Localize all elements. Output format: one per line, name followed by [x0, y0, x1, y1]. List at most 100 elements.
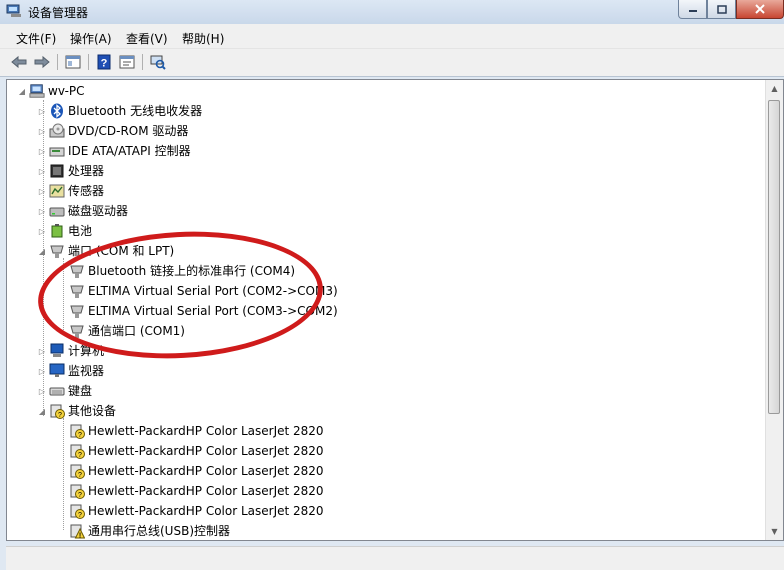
tree-item-hp-laserjet-3[interactable]: ? Hewlett-PackardHP Color LaserJet 2820 [57, 462, 324, 480]
monitor-icon [49, 363, 65, 379]
scroll-up-icon[interactable]: ▲ [766, 80, 783, 97]
port-icon [69, 323, 85, 339]
expand-icon[interactable]: ▷ [37, 362, 47, 380]
dvd-drive-icon [49, 123, 65, 139]
svg-text:?: ? [58, 412, 62, 419]
tree-item-usb-controller[interactable]: ! 通用串行总线(USB)控制器 [57, 522, 230, 540]
computer-icon [49, 343, 65, 359]
unknown-device-icon: ? [49, 403, 65, 419]
vertical-scrollbar[interactable]: ▲ ▼ [765, 80, 783, 540]
port-icon [69, 263, 85, 279]
svg-text:?: ? [78, 472, 82, 479]
expand-icon[interactable]: ▷ [37, 122, 47, 140]
close-icon [755, 4, 765, 14]
port-icon [69, 283, 85, 299]
tree-item-hp-laserjet-1[interactable]: ? Hewlett-PackardHP Color LaserJet 2820 [57, 422, 324, 440]
svg-text:!: ! [79, 533, 81, 540]
battery-icon [49, 223, 65, 239]
help-button[interactable]: ? [95, 53, 113, 71]
tree-item-other-devices[interactable]: ◢ ? 其他设备 [37, 402, 116, 420]
tree-item-hp-laserjet-5[interactable]: ? Hewlett-PackardHP Color LaserJet 2820 [57, 502, 324, 520]
tree-item-disk-drives[interactable]: ▷ 磁盘驱动器 [37, 202, 128, 220]
properties-icon [119, 55, 135, 69]
scrollbar-thumb[interactable] [768, 100, 780, 414]
expand-icon[interactable]: ▷ [37, 162, 47, 180]
tree-item-keyboards[interactable]: ▷ 键盘 [37, 382, 92, 400]
svg-text:?: ? [78, 432, 82, 439]
tree-item-bluetooth-radios[interactable]: ▷ Bluetooth 无线电收发器 [37, 102, 202, 120]
svg-text:?: ? [101, 58, 108, 70]
device-manager-icon [6, 4, 22, 18]
expand-icon[interactable]: ▷ [37, 382, 47, 400]
collapse-icon[interactable]: ◢ [17, 82, 27, 100]
tree-item-monitors[interactable]: ▷ 监视器 [37, 362, 104, 380]
tree-item-port-com1[interactable]: 通信端口 (COM1) [57, 322, 185, 340]
properties-button[interactable] [118, 53, 136, 71]
tree-item-batteries[interactable]: ▷ 电池 [37, 222, 92, 240]
tree-item-processors[interactable]: ▷ 处理器 [37, 162, 104, 180]
toolbar: ? [0, 49, 784, 77]
back-arrow-icon [11, 55, 27, 69]
tree-item-ports[interactable]: ◢ 端口 (COM 和 LPT) [37, 242, 174, 260]
processor-icon [49, 163, 65, 179]
svg-text:?: ? [78, 452, 82, 459]
expand-icon[interactable]: ▷ [37, 142, 47, 160]
back-button[interactable] [10, 53, 28, 71]
collapse-icon[interactable]: ◢ [37, 242, 47, 260]
menu-file[interactable]: 文件(F) [16, 30, 56, 47]
forward-arrow-icon [34, 55, 50, 69]
menu-bar: 文件(F) 操作(A) 查看(V) 帮助(H) [0, 24, 784, 49]
console-tree-icon [65, 55, 81, 69]
expand-icon[interactable]: ▷ [37, 202, 47, 220]
maximize-button[interactable] [707, 0, 736, 19]
tree-item-ide-controllers[interactable]: ▷ IDE ATA/ATAPI 控制器 [37, 142, 191, 160]
tree-item-hp-laserjet-2[interactable]: ? Hewlett-PackardHP Color LaserJet 2820 [57, 442, 324, 460]
minimize-icon [688, 10, 697, 12]
scan-hardware-icon [150, 55, 166, 70]
expand-icon[interactable]: ▷ [37, 102, 47, 120]
tree-item-port-com4[interactable]: Bluetooth 链接上的标准串行 (COM4) [57, 262, 295, 280]
expand-icon[interactable]: ▷ [37, 342, 47, 360]
expand-icon[interactable]: ▷ [37, 222, 47, 240]
unknown-device-icon: ? [69, 423, 85, 439]
tree-item-port-com3-com2[interactable]: ELTIMA Virtual Serial Port (COM3->COM2) [57, 302, 338, 320]
tree-item-sensors[interactable]: ▷ 传感器 [37, 182, 104, 200]
disk-drive-icon [49, 203, 65, 219]
menu-view[interactable]: 查看(V) [126, 30, 168, 47]
maximize-icon [716, 4, 727, 14]
show-hide-console-tree-button[interactable] [64, 53, 82, 71]
expand-icon[interactable]: ▷ [37, 182, 47, 200]
tree-item-port-com2-com3[interactable]: ELTIMA Virtual Serial Port (COM2->COM3) [57, 282, 338, 300]
sensor-icon [49, 183, 65, 199]
menu-help[interactable]: 帮助(H) [182, 30, 224, 47]
svg-text:?: ? [78, 492, 82, 499]
scroll-down-icon[interactable]: ▼ [766, 523, 783, 540]
keyboard-icon [49, 383, 65, 399]
forward-button[interactable] [33, 53, 51, 71]
ide-controller-icon [49, 143, 65, 159]
tree-root[interactable]: ◢ wv-PC [17, 82, 85, 100]
tree-item-computer[interactable]: ▷ 计算机 [37, 342, 104, 360]
port-icon [49, 243, 65, 259]
port-icon [69, 303, 85, 319]
unknown-device-icon: ? [69, 503, 85, 519]
scan-hardware-changes-button[interactable] [149, 53, 167, 71]
minimize-button[interactable] [678, 0, 707, 19]
help-icon: ? [97, 54, 111, 70]
warning-device-icon: ! [69, 523, 85, 539]
tree-item-dvd-cdrom[interactable]: ▷ DVD/CD-ROM 驱动器 [37, 122, 188, 140]
bluetooth-icon [49, 103, 65, 119]
close-button[interactable] [736, 0, 784, 19]
svg-text:?: ? [78, 512, 82, 519]
status-bar [6, 546, 784, 570]
collapse-icon[interactable]: ◢ [37, 402, 47, 420]
device-tree[interactable]: ◢ wv-PC ▷ Bluetooth 无线电收发器 ▷ DVD/CD-ROM … [6, 79, 784, 541]
window-title: 设备管理器 [28, 6, 89, 20]
unknown-device-icon: ? [69, 483, 85, 499]
title-bar: 设备管理器 [0, 0, 784, 24]
tree-item-hp-laserjet-4[interactable]: ? Hewlett-PackardHP Color LaserJet 2820 [57, 482, 324, 500]
unknown-device-icon: ? [69, 463, 85, 479]
tree-root-label: wv-PC [48, 84, 85, 98]
unknown-device-icon: ? [69, 443, 85, 459]
menu-action[interactable]: 操作(A) [70, 30, 112, 47]
